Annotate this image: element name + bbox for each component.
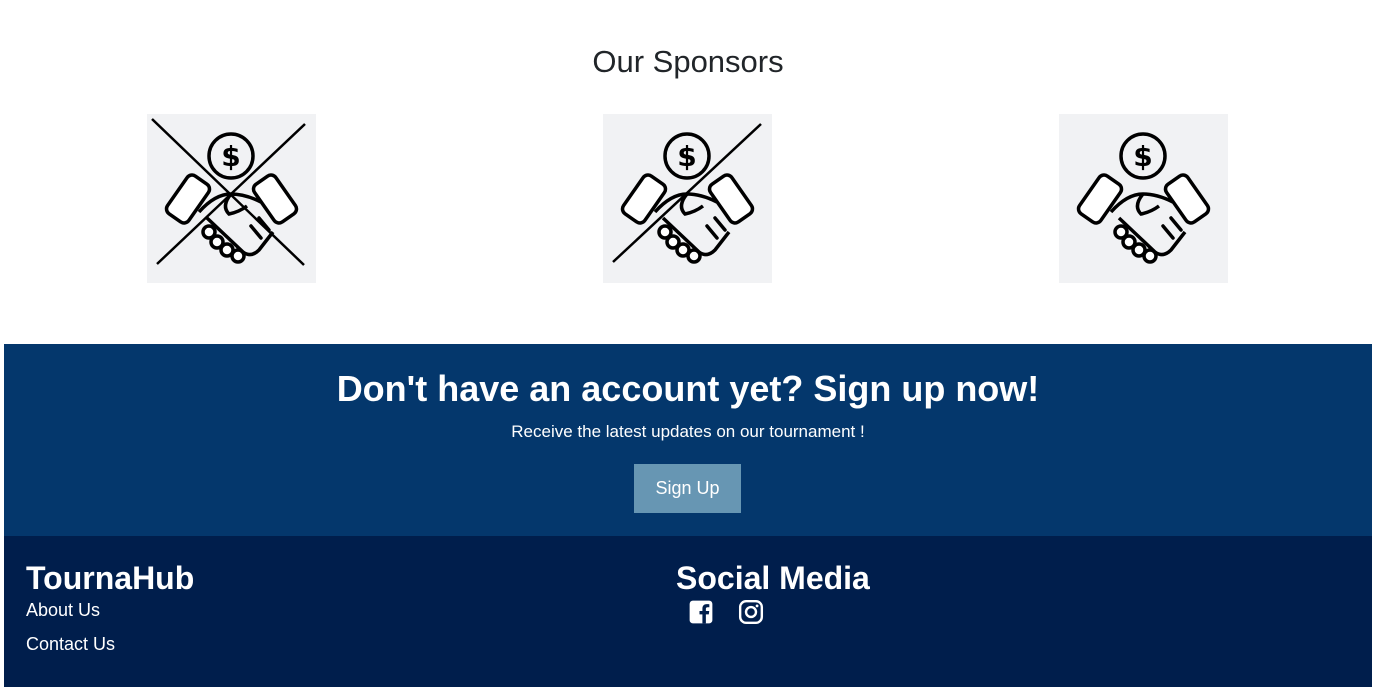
sponsor-logo-1[interactable] — [147, 114, 316, 283]
sponsor-logo-3[interactable] — [1059, 114, 1228, 283]
signup-banner-title: Don't have an account yet? Sign up now! — [336, 368, 1040, 409]
sponsor-handshake-icon — [151, 118, 306, 266]
sponsors-title: Our Sponsors — [592, 44, 784, 79]
sponsor-handshake-icon — [1074, 132, 1213, 264]
sponsor-logo-2[interactable] — [603, 114, 772, 283]
signup-banner-subtitle: Receive the latest updates on our tourna… — [511, 422, 865, 441]
instagram-icon[interactable] — [738, 599, 764, 625]
sponsors-section: Our Sponsors — [0, 0, 1380, 344]
facebook-icon[interactable] — [688, 599, 714, 625]
social-media-title: Social Media — [676, 560, 870, 596]
footer: TournaHub About Us Contact Us Social Med… — [4, 536, 1372, 687]
sponsor-handshake-icon — [612, 123, 762, 264]
footer-brand: TournaHub — [26, 560, 195, 596]
about-us-link[interactable]: About Us — [26, 600, 100, 621]
sign-up-button[interactable]: Sign Up — [634, 464, 741, 513]
contact-us-link[interactable]: Contact Us — [26, 634, 115, 655]
signup-banner: Don't have an account yet? Sign up now! … — [4, 344, 1372, 536]
